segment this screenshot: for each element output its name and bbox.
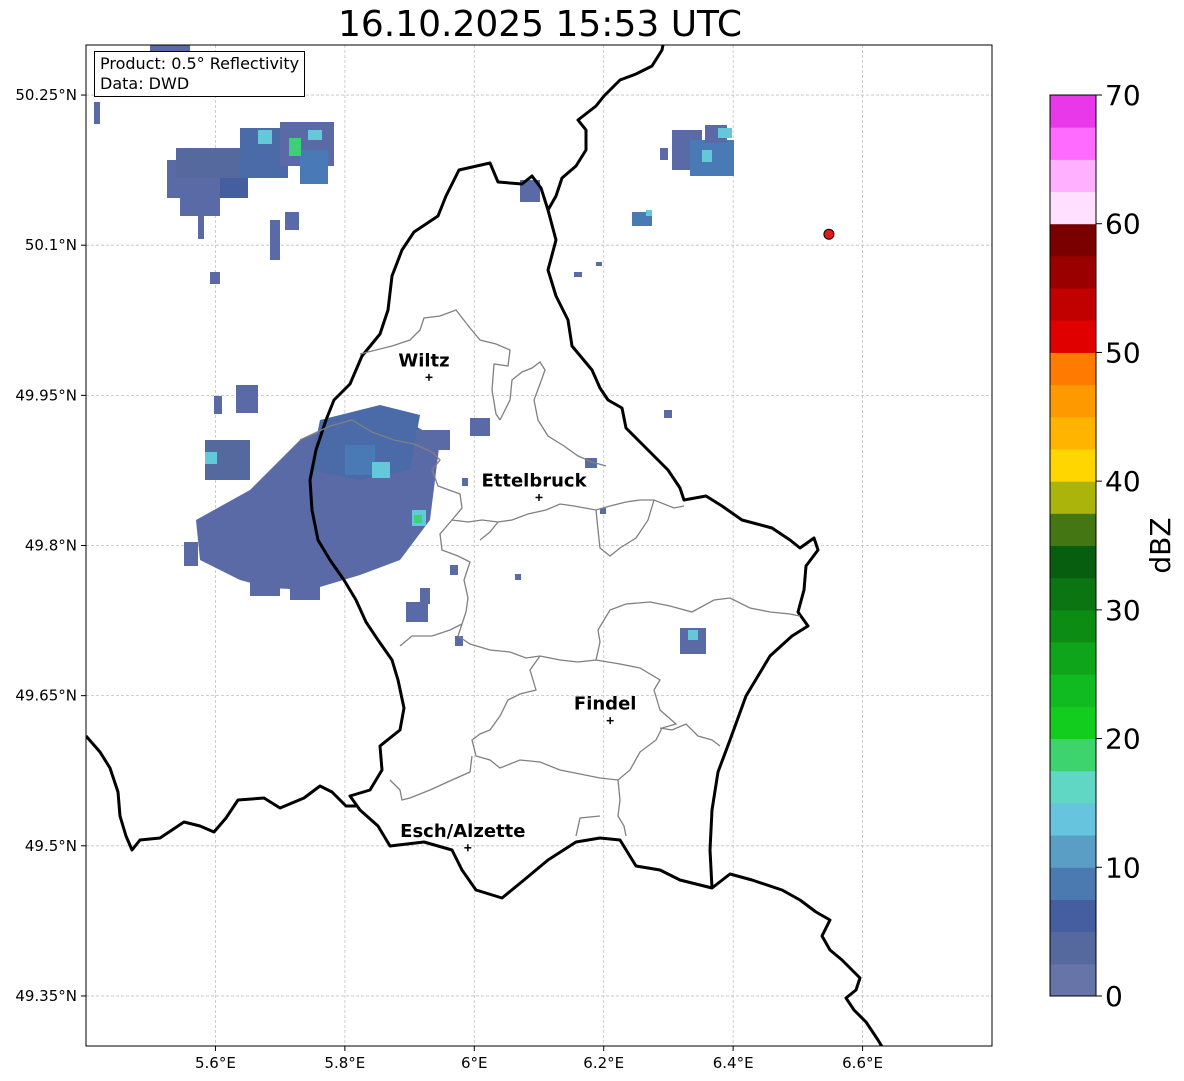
colorbar-segment	[1050, 609, 1096, 643]
colorbar-segment	[1050, 706, 1096, 740]
colorbar-tick-label: 10	[1105, 851, 1141, 884]
colorbar-segment	[1050, 127, 1096, 160]
radar-site-marker	[823, 228, 835, 240]
colorbar-segment	[1050, 320, 1096, 353]
echo-cells-north	[520, 125, 734, 418]
info-box: Product: 0.5° Reflectivity Data: DWD	[94, 51, 306, 97]
colorbar-tick-label: 40	[1105, 465, 1141, 498]
germany-belgium-border-north	[546, 45, 665, 211]
colorbar-segment	[1050, 223, 1096, 257]
city-ettelbruck: Ettelbruck	[481, 470, 588, 501]
colorbar-segment	[1050, 95, 1096, 128]
city-markers: Wiltz Ettelbruck Findel Esch/Alzette	[398, 350, 637, 852]
colorbar-tick-label: 30	[1105, 594, 1141, 627]
france-belgium-border-west	[86, 735, 356, 852]
tick-label-lat: 50.25°N	[15, 86, 77, 104]
colorbar-segment	[1050, 931, 1096, 965]
colorbar-segment	[1050, 835, 1096, 868]
tick-label-lat: 49.8°N	[25, 537, 77, 555]
colorbar-segment	[1050, 545, 1096, 579]
city-label: Ettelbruck	[481, 470, 587, 491]
tick-label-lat: 49.95°N	[15, 386, 77, 404]
colorbar-segment	[1050, 448, 1096, 482]
colorbar-label: dBZ	[1144, 517, 1177, 573]
tick-label-lon: 6°E	[461, 1054, 488, 1072]
city-label: Esch/Alzette	[400, 821, 525, 842]
tick-label-lon: 5.6°E	[195, 1054, 236, 1072]
colorbar-tick-label: 0	[1105, 980, 1123, 1013]
radar-map: WiltzEttelbruckFindelEsch/Alzette 5.6°E 5…	[15, 44, 1177, 1072]
city-label: Findel	[574, 694, 637, 715]
colorbar-segment	[1050, 191, 1096, 225]
city-findel: Findel	[574, 694, 637, 725]
colorbar-segment	[1050, 513, 1096, 546]
tick-label-lon: 6.6°E	[842, 1054, 883, 1072]
colorbar-segment	[1050, 802, 1096, 836]
city-wiltz: Wiltz	[398, 350, 450, 381]
colorbar-segment	[1050, 642, 1096, 675]
colorbar-tick-label: 70	[1105, 79, 1141, 112]
colorbar-segment	[1050, 867, 1096, 900]
tick-label-lat: 49.65°N	[15, 687, 77, 705]
colorbar-segment	[1050, 288, 1096, 321]
colorbar-segment	[1050, 255, 1096, 289]
colorbar-segment	[1050, 674, 1096, 707]
germany-france-border-southeast	[711, 872, 884, 1046]
colorbar-segment	[1050, 352, 1096, 386]
colorbar-segment	[1050, 963, 1096, 997]
tick-label-lon: 6.4°E	[713, 1054, 754, 1072]
tick-label-lon: 5.8°E	[324, 1054, 365, 1072]
tick-label-lon: 6.2°E	[583, 1054, 624, 1072]
data-source-label: Data: DWD	[100, 74, 190, 93]
city-label: Wiltz	[398, 350, 449, 371]
colorbar-tick-label: 50	[1105, 336, 1141, 369]
echo-cells-east	[585, 458, 706, 654]
tick-label-lat: 49.5°N	[25, 837, 77, 855]
colorbar-segment	[1050, 384, 1096, 418]
colorbar-segment	[1050, 481, 1096, 514]
colorbar-tick-label: 60	[1105, 208, 1141, 241]
map-axes: 5.6°E 5.8°E 6°E 6.2°E 6.4°E 6.6°E 50.25°N 50.1°…	[15, 86, 883, 1072]
colorbar-segment	[1050, 738, 1096, 772]
city-esch-alzette: Esch/Alzette	[400, 821, 525, 852]
colorbar-segment	[1050, 899, 1096, 933]
colorbar-segment	[1050, 577, 1096, 611]
colorbar-tick-label: 20	[1105, 723, 1141, 756]
tick-label-lat: 50.1°N	[25, 236, 77, 254]
colorbar: 0 10 20 30 40 50 60 70 dBZ	[1049, 79, 1177, 1013]
colorbar-segment	[1050, 770, 1096, 804]
product-label: Product: 0.5° Reflectivity	[100, 54, 300, 73]
echo-cluster-west	[184, 385, 521, 646]
tick-label-lat: 49.35°N	[15, 987, 77, 1005]
colorbar-segment	[1050, 416, 1096, 450]
colorbar-segment	[1050, 159, 1096, 193]
